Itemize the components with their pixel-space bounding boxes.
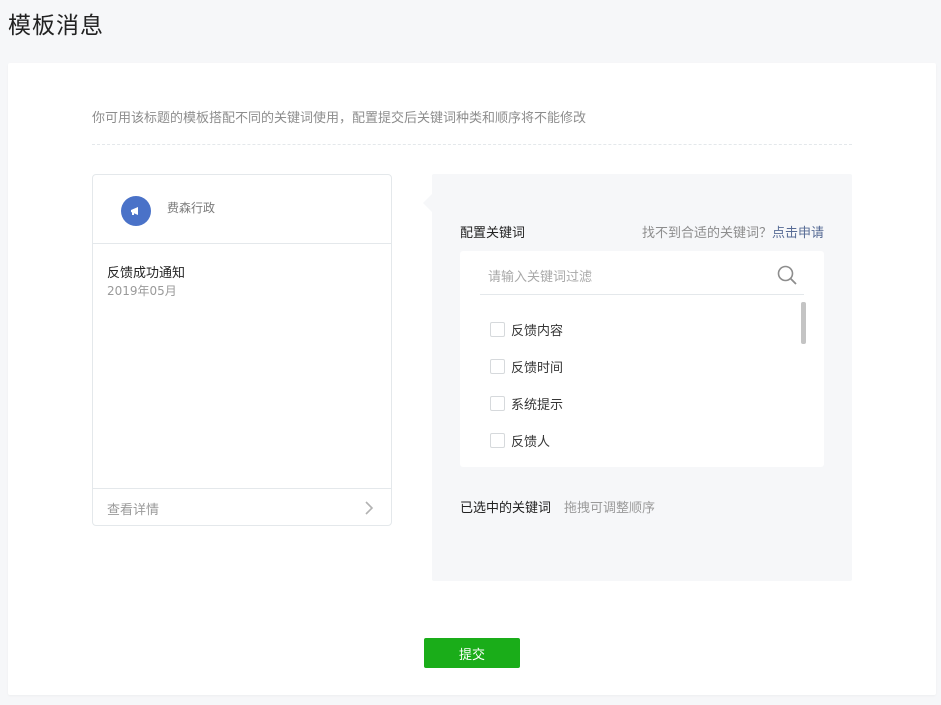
keyword-label: 反馈内容 (511, 324, 564, 339)
config-keywords-label: 配置关键词 (460, 226, 526, 241)
preview-footer[interactable]: 查看详情 (93, 488, 391, 525)
drag-order-hint: 拖拽可调整顺序 (564, 501, 656, 516)
keyword-checkbox[interactable] (490, 396, 505, 411)
keyword-option[interactable]: 反馈时间 (490, 348, 563, 385)
search-icon[interactable] (776, 264, 798, 286)
message-title: 反馈成功通知 (107, 266, 186, 281)
keyword-label: 反馈时间 (511, 361, 564, 376)
keyword-filter-input[interactable] (480, 261, 804, 295)
keyword-option[interactable]: 反馈内容 (490, 311, 563, 348)
page-title: 模板消息 (8, 13, 104, 39)
keyword-checkbox[interactable] (490, 359, 505, 374)
megaphone-icon (131, 207, 138, 215)
apply-hint: 找不到合适的关键词？点击申请 (642, 222, 824, 241)
keyword-list: 反馈内容 反馈时间 系统提示 反馈人 (490, 311, 563, 459)
template-config-card: 你可用该标题的模板搭配不同的关键词使用，配置提交后关键词种类和顺序将不能修改 费… (8, 63, 936, 695)
keyword-checkbox[interactable] (490, 433, 505, 448)
keyword-label: 系统提示 (511, 398, 564, 413)
message-date: 2019年05月 (107, 284, 177, 298)
apply-link[interactable]: 点击申请 (772, 226, 824, 241)
preview-header: 费森行政 (93, 175, 391, 244)
keyword-option[interactable]: 系统提示 (490, 385, 563, 422)
view-details-link[interactable]: 查看详情 (107, 499, 159, 518)
config-tip: 你可用该标题的模板搭配不同的关键词使用，配置提交后关键词种类和顺序将不能修改 (92, 111, 587, 126)
keyword-option[interactable]: 反馈人 (490, 422, 563, 459)
apply-hint-text: 找不到合适的关键词？ (641, 226, 772, 241)
submit-button[interactable]: 提交 (424, 638, 520, 668)
keyword-checkbox[interactable] (490, 322, 505, 337)
panel-pointer (423, 194, 432, 212)
divider (92, 144, 852, 145)
message-preview: 费森行政 反馈成功通知 2019年05月 查看详情 (92, 174, 392, 526)
keyword-label: 反馈人 (511, 435, 551, 450)
chevron-right-icon (365, 501, 374, 515)
account-name: 费森行政 (167, 201, 216, 215)
scrollbar-thumb[interactable] (801, 302, 806, 344)
avatar (121, 196, 151, 226)
selected-keywords-label: 已选中的关键词 (460, 501, 552, 516)
keyword-selector: 反馈内容 反馈时间 系统提示 反馈人 (460, 251, 824, 467)
keyword-config-panel: 配置关键词 找不到合适的关键词？点击申请 反馈内容 反馈时间 (423, 174, 852, 581)
